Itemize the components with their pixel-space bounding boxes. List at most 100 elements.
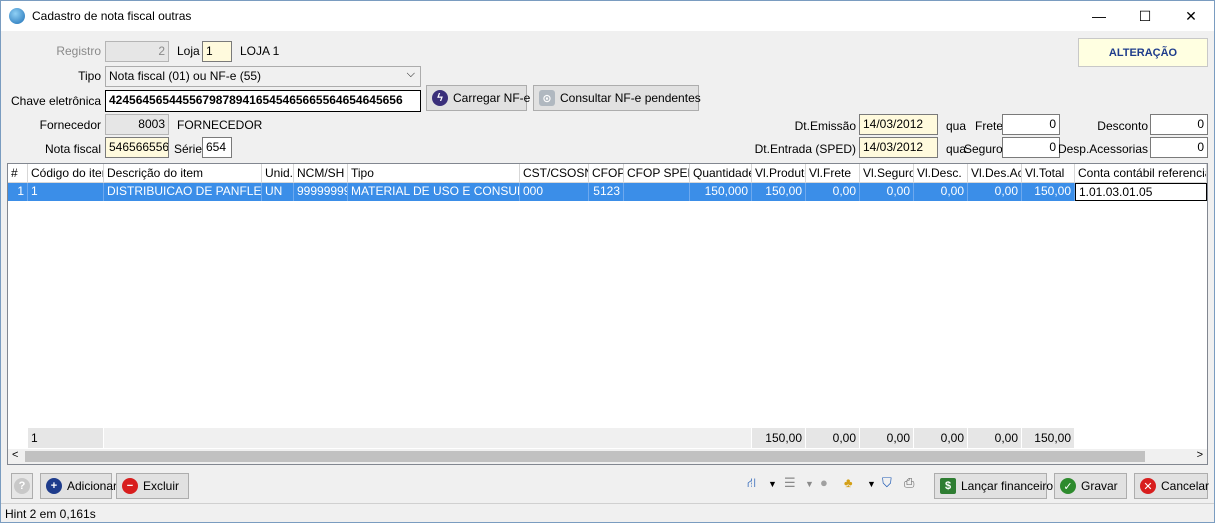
col-header[interactable]: Vl.Frete (806, 164, 860, 183)
cancelar-label: Cancelar (1161, 479, 1210, 493)
col-header[interactable]: Unid. (262, 164, 294, 183)
footer-count: 1 (28, 428, 104, 448)
items-grid[interactable]: # Código do item Descrição do item Unid.… (7, 163, 1208, 465)
stamp-icon[interactable]: ♣ (844, 475, 853, 490)
table-cell[interactable]: MATERIAL DE USO E CONSUMO (348, 183, 520, 201)
title-bar: Cadastro de nota fiscal outras — ☐ ✕ (1, 1, 1214, 31)
serie-field[interactable]: 654 (202, 137, 232, 158)
table-cell[interactable]: 0,00 (806, 183, 860, 201)
window-title: Cadastro de nota fiscal outras (32, 9, 192, 23)
dropdown-arrow-icon[interactable]: ▼ (867, 479, 876, 489)
horizontal-scrollbar[interactable]: < > (8, 449, 1207, 464)
lancar-financeiro-button[interactable]: $ Lançar financeiro (934, 473, 1053, 499)
serie-label: Série (174, 142, 203, 156)
table-cell[interactable]: 0,00 (914, 183, 968, 201)
col-header[interactable]: Vl.Produtc (752, 164, 806, 183)
table-cell[interactable]: 0,00 (860, 183, 914, 201)
tipo-select[interactable]: Nota fiscal (01) ou NF-e (55) ⌵ (105, 66, 421, 87)
col-header[interactable]: CFOP SPED (624, 164, 690, 183)
minimize-button[interactable]: — (1076, 1, 1122, 31)
footer-vl-produto: 150,00 (752, 428, 806, 448)
table-cell[interactable]: 150,000 (690, 183, 752, 201)
col-header[interactable]: Quantidade (690, 164, 752, 183)
qua-label-1: qua (946, 119, 967, 133)
excluir-button[interactable]: − Excluir (116, 473, 189, 499)
footer-vl-desc: 0,00 (914, 428, 968, 448)
fornecedor-code-field: 8003 (105, 114, 169, 135)
registro-field: 2 (105, 41, 169, 62)
hierarchy-icon[interactable]: ⛙ (747, 475, 756, 493)
col-header[interactable]: Vl.Desc. (914, 164, 968, 183)
col-header[interactable]: Vl.Seguro (860, 164, 914, 183)
nota-fiscal-field[interactable]: 546566556 (105, 137, 169, 158)
gravar-label: Gravar (1081, 479, 1118, 493)
excluir-label: Excluir (143, 479, 180, 493)
maximize-button[interactable]: ☐ (1122, 1, 1168, 31)
col-header[interactable]: Vl.Total (1022, 164, 1075, 183)
col-header[interactable]: NCM/SH (294, 164, 348, 183)
table-cell[interactable]: 1 (8, 183, 28, 201)
table-cell[interactable]: 99999999 (294, 183, 348, 201)
gravar-button[interactable]: ✓ Gravar (1054, 473, 1127, 499)
dropdown-arrow-icon[interactable]: ▼ (805, 479, 814, 489)
frete-field[interactable]: 0 (1002, 114, 1060, 135)
footer-vl-frete: 0,00 (806, 428, 860, 448)
col-header[interactable]: # (8, 164, 28, 183)
loja-field[interactable]: 1 (202, 41, 232, 62)
lightning-icon: ϟ (432, 90, 448, 106)
dt-entrada-field[interactable]: 14/03/2012 (859, 137, 938, 158)
document-search-icon: ⊙ (539, 90, 555, 106)
footer-vl-des-ac: 0,00 (968, 428, 1022, 448)
status-bar: Hint 2 em 0,161s (1, 503, 1214, 522)
col-header[interactable]: Código do item (28, 164, 104, 183)
footer-vl-seguro: 0,00 (860, 428, 914, 448)
scrollbar-thumb[interactable] (25, 451, 1145, 462)
scroll-left-icon[interactable]: < (12, 449, 18, 461)
circle-icon[interactable]: ● (820, 475, 828, 490)
table-cell[interactable]: 150,00 (752, 183, 806, 201)
table-cell[interactable]: 5123 (589, 183, 624, 201)
desconto-field[interactable]: 0 (1150, 114, 1208, 135)
dropdown-arrow-icon[interactable]: ▼ (768, 479, 777, 489)
adicionar-label: Adicionar (67, 479, 118, 493)
col-header[interactable]: Conta contábil referencial (1075, 164, 1207, 183)
filter-icon[interactable]: ⛉ (882, 475, 892, 491)
help-button[interactable]: ? (11, 473, 33, 499)
carregar-nfe-button[interactable]: ϟ Carregar NF-e (426, 85, 531, 111)
print-icon[interactable]: ⎙ (904, 475, 914, 491)
col-header[interactable]: Descrição do item (104, 164, 262, 183)
chevron-down-icon: ⌵ (406, 68, 415, 80)
carregar-nfe-label: Carregar NF-e (453, 91, 531, 105)
table-cell[interactable]: DISTRIBUICAO DE PANFLETO (104, 183, 262, 201)
scroll-right-icon[interactable]: > (1197, 449, 1203, 461)
main-window: Cadastro de nota fiscal outras — ☐ ✕ Reg… (0, 0, 1215, 523)
table-cell[interactable] (624, 183, 690, 201)
table-cell[interactable]: 0,00 (968, 183, 1022, 201)
nota-fiscal-label: Nota fiscal (44, 142, 101, 156)
adicionar-button[interactable]: + Adicionar (40, 473, 117, 499)
table-cell-editing[interactable]: 1.01.03.01.05 (1075, 183, 1207, 201)
chave-label: Chave eletrônica (11, 94, 102, 108)
cancelar-button[interactable]: ✕ Cancelar (1134, 473, 1210, 499)
table-cell[interactable]: UN (262, 183, 294, 201)
col-header[interactable]: CFOP (589, 164, 624, 183)
list-icon[interactable]: ☰ (784, 475, 796, 491)
close-button[interactable]: ✕ (1168, 1, 1214, 31)
seguro-label: Seguro (964, 142, 1003, 156)
chave-field[interactable]: 4245645654455679878941654546566556465464… (105, 90, 421, 112)
col-header[interactable]: Tipo (348, 164, 520, 183)
desp-acessorias-field[interactable]: 0 (1150, 137, 1208, 158)
help-icon: ? (14, 478, 30, 494)
mode-status-badge: ALTERAÇÃO (1078, 38, 1208, 67)
remove-icon: − (122, 478, 138, 494)
col-header[interactable]: CST/CSOSN (520, 164, 589, 183)
table-cell[interactable]: 1 (28, 183, 104, 201)
desp-acessorias-label: Desp.Acessorias (1057, 142, 1148, 156)
consultar-nfe-button[interactable]: ⊙ Consultar NF-e pendentes (533, 85, 701, 111)
col-header[interactable]: Vl.Des.Ac (968, 164, 1022, 183)
table-cell[interactable]: 000 (520, 183, 589, 201)
fornecedor-name: FORNECEDOR (177, 118, 263, 132)
table-cell[interactable]: 150,00 (1022, 183, 1075, 201)
loja-label: Loja (177, 44, 200, 58)
dt-emissao-field[interactable]: 14/03/2012 (859, 114, 938, 135)
